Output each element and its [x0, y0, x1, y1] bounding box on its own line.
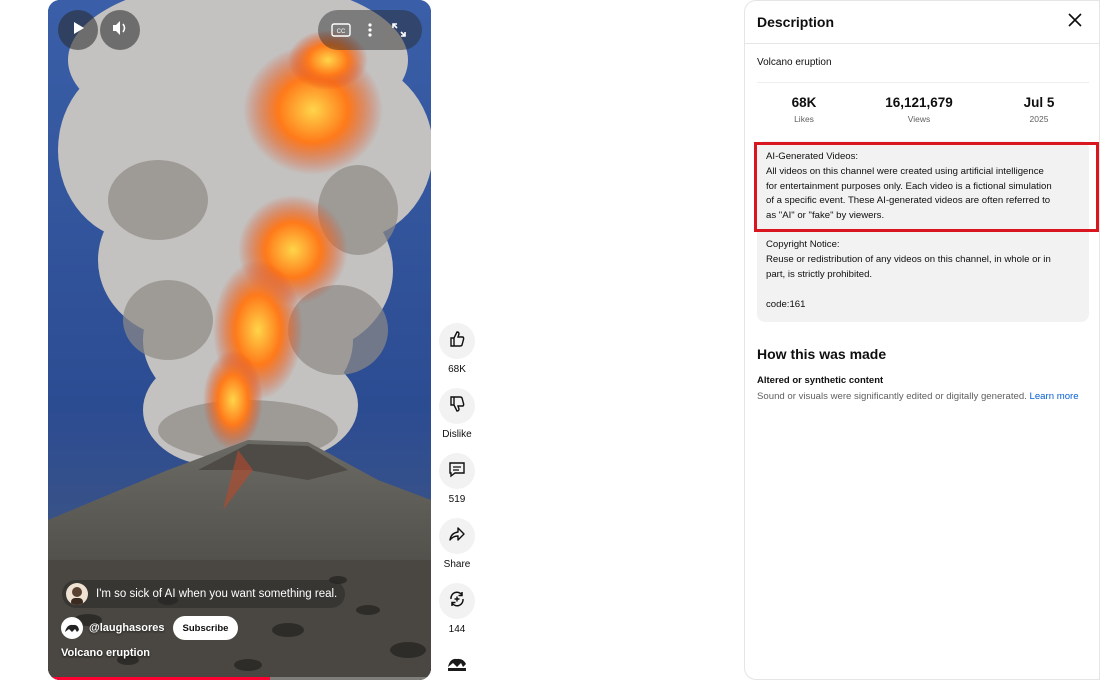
like-count: 68K [448, 364, 466, 375]
close-icon [1068, 12, 1082, 32]
player-controls-group: CC [318, 10, 422, 50]
how-made-body: Sound or visuals were significantly edit… [757, 391, 1027, 402]
captions-icon[interactable]: CC [328, 17, 354, 43]
video-title: Volcano eruption [61, 647, 151, 659]
stat-label: 2025 [1029, 114, 1049, 124]
stats-row: 68K Likes 16,121,679 Views Jul 5 2025 [757, 95, 1089, 129]
how-made-subtitle: Altered or synthetic content [757, 375, 884, 386]
learn-more-link[interactable]: Learn more [1030, 391, 1079, 402]
video-frame [48, 0, 431, 680]
remix-button[interactable] [439, 583, 475, 619]
progress-bar-fill [48, 677, 271, 680]
more-vert-icon[interactable] [357, 17, 383, 43]
play-icon [70, 20, 86, 41]
share-action: Share [438, 518, 476, 570]
play-button[interactable] [58, 10, 98, 50]
stat-likes: 68K Likes [774, 95, 834, 124]
close-button[interactable] [1063, 10, 1087, 34]
stat-date: Jul 5 2025 [1009, 95, 1069, 124]
stat-value: Jul 5 [1023, 95, 1055, 110]
dislike-action: Dislike [438, 388, 476, 440]
comment-text: I'm so sick of AI when you want somethin… [96, 588, 338, 600]
comments-button[interactable] [439, 453, 475, 489]
thumb-up-icon [448, 330, 466, 353]
remix-action: 144 [438, 583, 476, 635]
how-made-title: How this was made [757, 346, 887, 362]
panel-header: Description [745, 1, 1099, 44]
like-button[interactable] [439, 323, 475, 359]
stat-label: Views [907, 114, 931, 124]
stat-value: 68K [791, 95, 817, 110]
channel-logo-icon[interactable] [446, 651, 468, 673]
thumb-down-icon [448, 395, 466, 418]
comments-action: 519 [438, 453, 476, 505]
description-panel: Description Volcano eruption 68K Likes 1… [744, 0, 1100, 680]
commenter-avatar [66, 583, 88, 605]
share-icon [448, 525, 466, 548]
fullscreen-icon[interactable] [386, 17, 412, 43]
volume-button[interactable] [100, 10, 140, 50]
copyright-notice: Copyright Notice: Reuse or redistributio… [766, 238, 1082, 282]
stat-views: 16,121,679 Views [874, 95, 964, 124]
description-video-title: Volcano eruption [757, 57, 832, 68]
svg-text:CC: CC [336, 29, 345, 35]
stat-value: 16,121,679 [885, 95, 953, 110]
video-player[interactable]: CC I'm so sick of AI when you want somet… [48, 0, 431, 680]
divider [757, 82, 1089, 83]
volume-icon [111, 19, 129, 42]
comment-count: 519 [448, 494, 466, 505]
ai-notice-highlight-box [754, 142, 1099, 232]
subscribe-button[interactable]: Subscribe [172, 616, 239, 640]
panel-title: Description [757, 14, 835, 30]
progress-bar[interactable] [48, 677, 431, 680]
video-code: code:161 [766, 299, 806, 310]
comment-icon [448, 460, 466, 483]
comment-teaser[interactable]: I'm so sick of AI when you want somethin… [62, 580, 346, 608]
copyright-line: part, is strictly prohibited. [766, 268, 873, 280]
channel-avatar[interactable] [61, 617, 83, 639]
copyright-line: Reuse or redistribution of any videos on… [766, 253, 1051, 265]
channel-row: @laughasores Subscribe [61, 616, 239, 640]
channel-handle[interactable]: @laughasores [89, 622, 165, 634]
stat-label: Likes [794, 114, 814, 124]
remix-count: 144 [448, 624, 466, 635]
copyright-line: Copyright Notice: [766, 239, 840, 250]
remix-icon [448, 590, 466, 613]
share-button[interactable] [439, 518, 475, 554]
share-label: Share [443, 559, 471, 570]
like-action: 68K [438, 323, 476, 375]
dislike-label: Dislike [442, 429, 472, 440]
how-made-text: Sound or visuals were significantly edit… [757, 389, 1087, 404]
dislike-button[interactable] [439, 388, 475, 424]
